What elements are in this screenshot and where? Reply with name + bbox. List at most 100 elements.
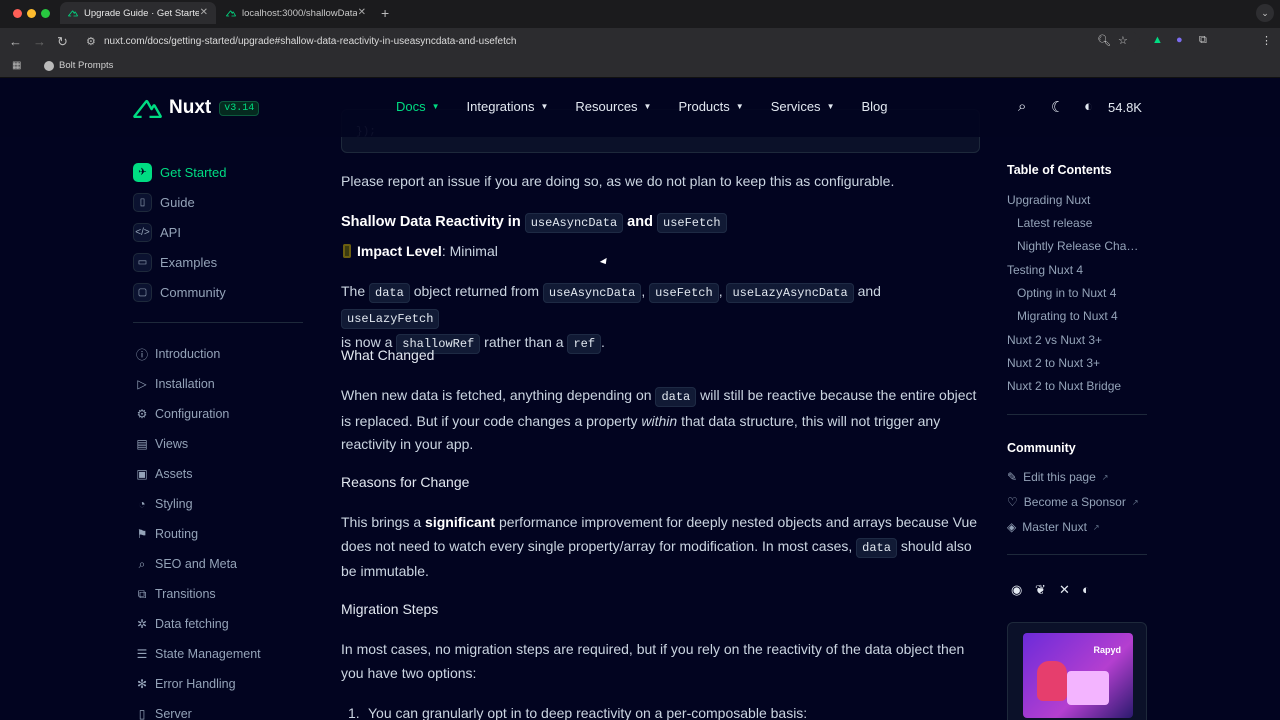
discord-icon[interactable]: ◉: [1011, 582, 1022, 598]
puzzle-extensions-icon[interactable]: ⧉: [1199, 34, 1207, 47]
toc-item-nightly-release[interactable]: Nightly Release Cha…: [1017, 239, 1138, 253]
sidebar-item-data-fetching[interactable]: ✲ Data fetching: [133, 609, 303, 639]
x-icon[interactable]: ✕: [1059, 582, 1070, 598]
sidebar-item-assets[interactable]: ▣ Assets: [133, 459, 303, 489]
site-info-icon[interactable]: ⚙: [86, 35, 96, 48]
globe-icon: [44, 60, 54, 71]
toc-item-opting-in[interactable]: Opting in to Nuxt 4: [1017, 286, 1116, 300]
nuxt-extension-icon[interactable]: ▲: [1152, 34, 1163, 46]
reload-icon[interactable]: ↻: [57, 34, 68, 50]
toc-item-nuxt2-vs-nuxt3[interactable]: Nuxt 2 vs Nuxt 3+: [1007, 333, 1102, 347]
sidebar-item-error-handling[interactable]: ✻ Error Handling: [133, 669, 303, 699]
image-icon: ▣: [136, 467, 148, 481]
sidebar-item-api[interactable]: </> API: [133, 217, 303, 247]
sidebar-item-styling[interactable]: ◔ Styling: [133, 489, 303, 519]
sidebar-item-routing[interactable]: ⚑ Routing: [133, 519, 303, 549]
paragraph-data-object: The data object returned from useAsyncDa…: [341, 280, 981, 357]
extension-icon[interactable]: ●: [1176, 34, 1183, 46]
address-bar[interactable]: ⚙ nuxt.com/docs/getting-started/upgrade#…: [78, 31, 1140, 53]
search-icon: ⌕: [138, 556, 146, 571]
chevron-down-icon: ▼: [540, 102, 549, 111]
toc-item-nuxt2-to-nuxt3[interactable]: Nuxt 2 to Nuxt 3+: [1007, 356, 1100, 370]
nav-docs[interactable]: Docs ▼: [396, 99, 440, 114]
nuxt-logo[interactable]: Nuxt v3.14: [133, 97, 260, 119]
github-stars-count[interactable]: 54.8K: [1108, 100, 1142, 115]
ad-shop-image: [1067, 671, 1109, 705]
new-tab-icon[interactable]: +: [381, 5, 389, 21]
sidebar-item-examples[interactable]: ▭ Examples: [133, 247, 303, 277]
github-icon[interactable]: ◐: [1082, 582, 1090, 597]
nav-services[interactable]: Services ▼: [771, 99, 835, 114]
info-icon: ⓘ: [135, 347, 148, 362]
sidebar-item-installation[interactable]: ▷ Installation: [133, 369, 303, 399]
minimize-window-button[interactable]: [27, 9, 36, 18]
nav-products[interactable]: Products ▼: [678, 99, 743, 114]
nav-integrations[interactable]: Integrations ▼: [467, 99, 549, 114]
tab-search-chevron-icon[interactable]: ⌄: [1256, 4, 1274, 22]
transitions-icon: ⧉: [137, 586, 147, 601]
heading-migration-steps: Migration Steps: [341, 601, 439, 617]
bluesky-icon[interactable]: ❦: [1035, 582, 1046, 598]
nav-resources[interactable]: Resources ▼: [575, 99, 651, 114]
site-header: Nuxt v3.14 Docs ▼ Integrations ▼ Resources…: [0, 79, 1280, 137]
sidebar-divider: [133, 322, 303, 323]
back-arrow-icon[interactable]: ←: [9, 34, 22, 50]
maximize-window-button[interactable]: [41, 9, 50, 18]
ad-mascot-image: [1037, 661, 1067, 701]
sidebar-item-transitions[interactable]: ⧉ Transitions: [133, 579, 303, 609]
sponsor-ad-image: Rapyd: [1023, 633, 1133, 718]
sidebar-item-get-started[interactable]: ✈ Get Started: [133, 157, 303, 187]
database-icon: ☰: [136, 647, 148, 661]
sidebar-item-server[interactable]: ▯ Server: [133, 699, 303, 720]
sponsor-ad-card[interactable]: Rapyd: [1007, 622, 1147, 720]
sidebar-item-state-management[interactable]: ☰ State Management: [133, 639, 303, 669]
toc-item-latest-release[interactable]: Latest release: [1017, 216, 1092, 230]
toc-item-nuxt2-to-bridge[interactable]: Nuxt 2 to Nuxt Bridge: [1007, 379, 1121, 393]
apps-grid-icon[interactable]: ▦: [12, 60, 21, 71]
sidebar-item-introduction[interactable]: ⓘ Introduction: [133, 339, 303, 369]
search-icon[interactable]: ⌕: [1018, 98, 1026, 115]
bookmarks-bar: ▦ Bolt Prompts: [0, 56, 1280, 78]
edit-this-page-link[interactable]: ✎ Edit this page ↗: [1007, 470, 1108, 484]
browser-tab-upgrade-guide[interactable]: Upgrade Guide · Get Started ✕: [60, 2, 216, 24]
section-heading-shallow-data[interactable]: Shallow Data Reactivity in useAsyncData …: [341, 213, 727, 233]
paragraph-report-issue: Please report an issue if you are doing …: [341, 173, 895, 189]
sidebar-item-seo-and-meta[interactable]: ⌕ SEO and Meta: [133, 549, 303, 579]
community-divider: [1007, 554, 1147, 555]
nav-blog[interactable]: Blog: [861, 99, 887, 114]
become-sponsor-link[interactable]: ♡ Become a Sponsor ↗: [1007, 495, 1139, 509]
sidebar-item-configuration[interactable]: ⚙ Configuration: [133, 399, 303, 429]
bug-icon: ✻: [136, 677, 148, 691]
url-text: nuxt.com/docs/getting-started/upgrade#sh…: [104, 36, 517, 47]
palette-icon: ◔: [138, 497, 146, 511]
toc-item-migrating[interactable]: Migrating to Nuxt 4: [1017, 309, 1118, 323]
toc-item-testing-nuxt-4[interactable]: Testing Nuxt 4: [1007, 263, 1083, 277]
github-icon[interactable]: ◐: [1084, 98, 1093, 115]
chevron-down-icon: ▼: [431, 102, 440, 111]
sidebar-item-guide[interactable]: ▯ Guide: [133, 187, 303, 217]
toc-item-upgrading-nuxt[interactable]: Upgrading Nuxt: [1007, 193, 1090, 207]
zoom-icon[interactable]: 🔍︎: [1097, 34, 1111, 47]
bookmark-star-icon[interactable]: ☆: [1118, 34, 1128, 47]
address-bar-row: ← → ↻ ⚙ nuxt.com/docs/getting-started/up…: [0, 28, 1280, 77]
master-nuxt-link[interactable]: ◈ Master Nuxt ↗: [1007, 520, 1100, 534]
bookmark-bolt-prompts[interactable]: Bolt Prompts: [44, 60, 113, 71]
close-window-button[interactable]: [13, 9, 22, 18]
moon-icon[interactable]: ☾: [1051, 98, 1064, 116]
tab-close-icon[interactable]: ✕: [358, 7, 366, 18]
sidebar-item-community[interactable]: ▢ Community: [133, 277, 303, 307]
chevron-down-icon: ▼: [826, 102, 835, 111]
toc-divider: [1007, 414, 1147, 415]
tab-close-icon[interactable]: ✕: [200, 7, 208, 18]
browser-tab-localhost[interactable]: localhost:3000/shallowDataR ✕: [218, 2, 374, 24]
browser-menu-icon[interactable]: ⋮: [1261, 34, 1272, 47]
forward-arrow-icon[interactable]: →: [33, 34, 46, 50]
tab-title: localhost:3000/shallowDataR: [242, 7, 357, 19]
heading-what-changed: What Changed: [341, 347, 435, 363]
paragraph-migration: In most cases, no migration steps are re…: [341, 641, 965, 681]
sidebar-item-views[interactable]: ▤ Views: [133, 429, 303, 459]
list-item-opt-in: 1. You can granularly opt in to deep reac…: [348, 705, 808, 720]
version-badge[interactable]: v3.14: [219, 100, 260, 116]
left-sidebar: ✈ Get Started ▯ Guide </> API ▭ Examples ▢ Co…: [133, 157, 303, 720]
book-icon: ▯: [133, 192, 152, 212]
